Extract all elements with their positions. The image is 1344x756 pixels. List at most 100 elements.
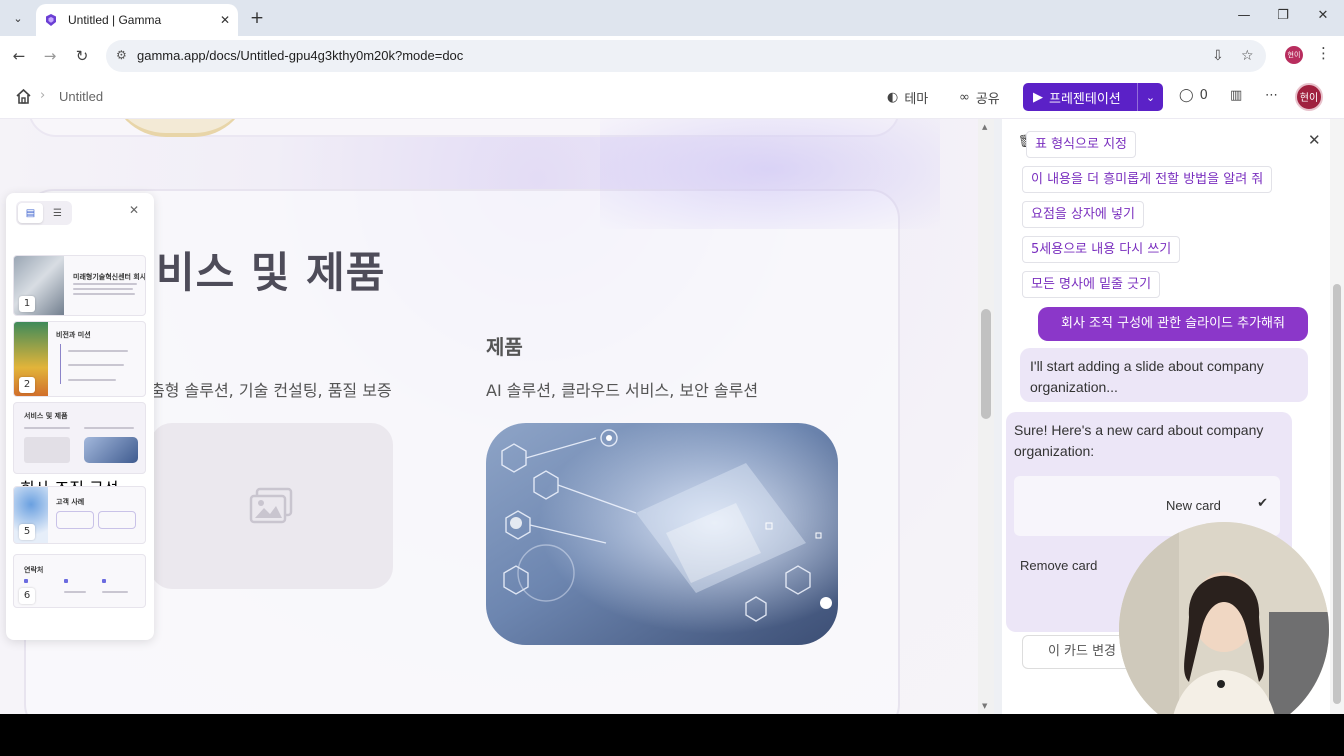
thumbnail-panel-close-icon[interactable]: ✕ <box>129 203 139 217</box>
chat-close-icon[interactable]: ✕ <box>1308 131 1321 149</box>
thumbnail-6-line <box>64 591 86 593</box>
window-close-icon[interactable]: ✕ <box>1313 8 1333 23</box>
list-view-icon[interactable]: ☰ <box>45 203 70 223</box>
user-avatar[interactable]: 현이 <box>1295 83 1323 111</box>
checkmark-icon: ✔ <box>1257 496 1268 511</box>
card-title[interactable]: 비스 및 제품 <box>156 239 385 300</box>
minimize-icon[interactable]: — <box>1234 8 1254 23</box>
thumbnail-view-icon[interactable]: ▤ <box>18 203 43 223</box>
link-icon: ∞ <box>959 90 970 105</box>
chat-scrollbar[interactable] <box>1330 119 1344 714</box>
comments-button[interactable]: ◯ 0 <box>1179 88 1208 103</box>
thumbnail-card-3[interactable]: 서비스 및 제품 <box>13 402 146 474</box>
browser-tab-bar: ⌄ Untitled | Gamma ✕ + — ❐ ✕ <box>0 0 1344 36</box>
thumbnail-5-number: 5 <box>19 524 35 540</box>
thumbnail-6-line <box>102 591 128 593</box>
thumbnail-2-line <box>68 350 128 352</box>
card-thumbnail-panel: ▤ ☰ ✕ 미래형기술혁신센터 회사소개 1 비전과 미션 2 서비스 및 제품… <box>6 193 154 640</box>
thumbnail-card-6[interactable]: 연락처 6 <box>13 554 146 608</box>
technology-hero-image[interactable] <box>486 423 838 645</box>
new-tab-icon[interactable]: + <box>246 7 268 29</box>
webcam-overlay <box>1119 522 1329 738</box>
play-icon: ▶ <box>1033 89 1043 105</box>
scroll-down-arrow-icon[interactable]: ▼ <box>982 702 987 710</box>
suggestion-chip[interactable]: 5세용으로 내용 다시 쓰기 <box>1022 236 1181 263</box>
services-products-card[interactable]: 비스 및 제품 춤형 솔루션, 기술 컨설팅, 품질 보증 제품 AI 솔루션,… <box>24 189 900 714</box>
taskbar-strip <box>0 714 1344 756</box>
suggestion-chip[interactable]: 표 형식으로 지정 <box>1026 131 1136 158</box>
user-message: 회사 조직 구성에 관한 슬라이드 추가해줘 <box>1038 307 1308 341</box>
comment-icon: ◯ <box>1179 88 1194 103</box>
image-placeholder-icon <box>249 487 292 524</box>
breadcrumb-chevron-icon: › <box>40 88 46 103</box>
thumbnail-2-number: 2 <box>19 377 35 393</box>
products-heading[interactable]: 제품 <box>486 331 523 360</box>
thumbnail-5-box <box>56 511 94 529</box>
forward-icon[interactable]: → <box>40 46 60 66</box>
restore-icon[interactable]: ❐ <box>1273 8 1293 23</box>
home-icon[interactable] <box>15 88 32 105</box>
more-options-icon[interactable]: ⋯ <box>1265 88 1278 103</box>
scroll-up-arrow-icon[interactable]: ▲ <box>982 123 987 131</box>
canvas-scrollbar[interactable]: ▲ ▼ <box>978 119 994 714</box>
thumbnail-2-line <box>68 364 124 366</box>
analytics-icon[interactable]: ▥ <box>1230 88 1242 103</box>
present-button[interactable]: ▶ 프레젠테이션 ⌄ <box>1023 83 1163 111</box>
comment-count: 0 <box>1199 88 1208 103</box>
services-text[interactable]: 춤형 솔루션, 기술 컨설팅, 품질 보증 <box>150 377 392 401</box>
omnibox[interactable]: ⚙ gamma.app/docs/Untitled-gpu4g3kthy0m20… <box>106 40 1266 72</box>
thumbnail-1-line <box>73 283 137 285</box>
panel-divider[interactable] <box>994 119 1002 714</box>
thumbnail-2-line <box>68 379 116 381</box>
thumbnail-6-title: 연락처 <box>24 566 44 574</box>
theme-button[interactable]: ◐ 테마 <box>887 88 928 107</box>
thumbnail-card-5[interactable]: 고객 사례 5 <box>13 486 146 544</box>
technology-network-illustration <box>486 423 838 645</box>
install-app-icon[interactable]: ⇩ <box>1212 48 1224 64</box>
tab-search-chevron-icon[interactable]: ⌄ <box>7 7 29 29</box>
remove-card-label: Remove card <box>1020 558 1098 573</box>
url-text[interactable]: gamma.app/docs/Untitled-gpu4g3kthy0m20k?… <box>137 48 463 63</box>
back-icon[interactable]: ← <box>9 46 29 66</box>
app-header: › Untitled ◐ 테마 ∞ 공유 ▶ 프레젠테이션 ⌄ ◯ 0 ▥ ⋯ … <box>0 76 1344 119</box>
thumbnail-6-dot <box>102 579 106 583</box>
image-placeholder[interactable] <box>150 423 393 589</box>
thumbnail-card-1[interactable]: 미래형기술혁신센터 회사소개 1 <box>13 255 146 316</box>
suggestion-chip[interactable]: 모든 명사에 밑줄 긋기 <box>1022 271 1161 298</box>
reload-icon[interactable]: ↻ <box>72 46 92 66</box>
present-label: 프레젠테이션 <box>1049 91 1121 107</box>
previous-card-image <box>110 119 250 137</box>
breadcrumb-title[interactable]: Untitled <box>59 89 103 104</box>
browser-menu-icon[interactable]: ⋮ <box>1316 44 1331 62</box>
products-text[interactable]: AI 솔루션, 클라우드 서비스, 보안 솔루션 <box>486 377 758 401</box>
share-label: 공유 <box>975 92 1000 107</box>
ai-message: I'll start adding a slide about company … <box>1020 348 1308 402</box>
browser-profile-avatar[interactable]: 현이 <box>1285 46 1303 64</box>
thumbnail-1-line <box>73 293 135 295</box>
gamma-favicon-icon <box>46 14 56 26</box>
thumbnail-1-number: 1 <box>19 296 35 312</box>
bookmark-star-icon[interactable]: ☆ <box>1241 48 1254 64</box>
canvas-scroll-thumb[interactable] <box>981 309 991 419</box>
thumbnail-2-title: 비전과 미션 <box>56 331 91 339</box>
thumbnail-2-timeline <box>60 344 61 384</box>
thumbnail-card-2[interactable]: 비전과 미션 2 <box>13 321 146 397</box>
site-settings-icon[interactable]: ⚙ <box>116 48 127 62</box>
share-button[interactable]: ∞ 공유 <box>959 88 1000 107</box>
present-dropdown-chevron-icon[interactable]: ⌄ <box>1137 83 1163 111</box>
browser-tab[interactable]: Untitled | Gamma ✕ <box>36 4 238 36</box>
thumbnail-3-line <box>84 427 134 429</box>
thumbnail-6-dot <box>64 579 68 583</box>
suggestion-chip[interactable]: 이 내용을 더 흥미롭게 전할 방법을 알려 줘 <box>1022 166 1273 193</box>
palette-icon: ◐ <box>887 90 899 105</box>
suggestion-chip[interactable]: 요점을 상자에 넣기 <box>1022 201 1144 228</box>
theme-label: 테마 <box>904 92 929 107</box>
tab-close-icon[interactable]: ✕ <box>220 13 230 27</box>
thumbnail-3-image <box>84 437 138 463</box>
chat-scroll-thumb[interactable] <box>1333 284 1341 704</box>
thumbnail-3-title: 서비스 및 제품 <box>24 412 68 420</box>
thumbnail-6-number: 6 <box>19 588 35 604</box>
tab-title: Untitled | Gamma <box>68 13 162 27</box>
new-card-label: New card <box>1166 498 1221 513</box>
decorative-glow <box>600 119 940 229</box>
